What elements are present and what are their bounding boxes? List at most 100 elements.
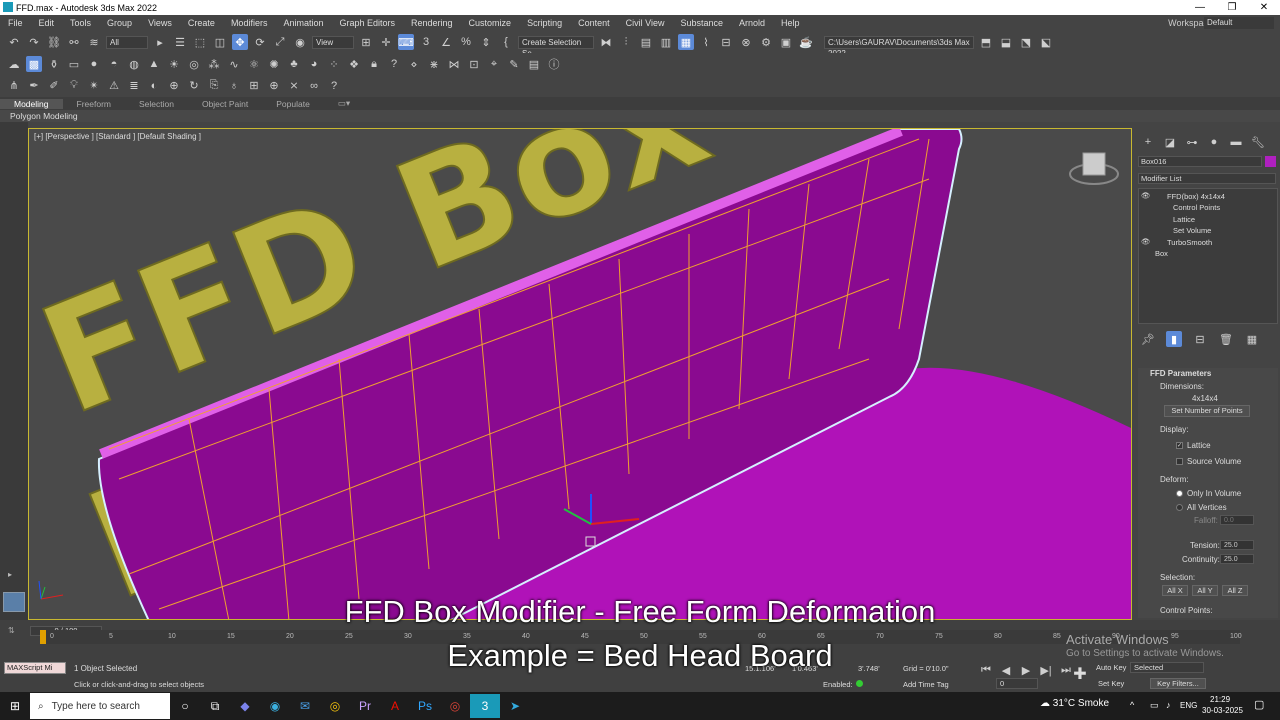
snap-face-icon[interactable]: ⋈ — [446, 56, 462, 72]
bulb-outline-icon[interactable]: ♁ — [226, 78, 242, 94]
snap-vertex-icon[interactable]: ⋄ — [406, 56, 422, 72]
stack-item-ffd-box[interactable]: FFD(box) 4x14x4 — [1167, 192, 1225, 201]
source-volume-checkbox[interactable]: Source Volume — [1176, 457, 1241, 466]
stack-item-control-points[interactable]: Control Points — [1173, 203, 1220, 212]
pivot-center-icon[interactable]: ⊞ — [358, 34, 374, 50]
menu-animation[interactable]: Animation — [275, 18, 331, 28]
notification-icon[interactable]: ▢ — [1254, 698, 1264, 711]
menu-rendering[interactable]: Rendering — [403, 18, 461, 28]
list-icon[interactable]: ≣ — [126, 78, 142, 94]
stack-item-box[interactable]: Box — [1155, 249, 1168, 258]
viewcube[interactable] — [1069, 152, 1119, 185]
key-filters-button[interactable]: Key Filters... — [1150, 678, 1206, 689]
ribbon-options-icon[interactable]: ▭▾ — [324, 98, 364, 109]
tab-populate[interactable]: Populate — [262, 99, 324, 109]
app-chrome-icon[interactable]: ◎ — [320, 694, 350, 718]
grid-view-icon[interactable]: ⊞ — [246, 78, 262, 94]
render-setup-icon[interactable]: ⚙ — [758, 34, 774, 50]
loop-icon[interactable]: ∞ — [306, 78, 322, 94]
foliage-icon[interactable]: ♣ — [286, 56, 302, 72]
show-end-result-icon[interactable]: ▮ — [1166, 331, 1182, 347]
cylinder-icon[interactable]: ◍ — [126, 56, 142, 72]
undo-icon[interactable]: ↶ — [6, 34, 22, 50]
camera-icon[interactable]: ⎘ — [206, 78, 222, 94]
menu-scripting[interactable]: Scripting — [519, 18, 570, 28]
hemisphere-icon[interactable]: ◓ — [106, 56, 122, 72]
cloud-icon[interactable]: ☁ — [6, 56, 22, 72]
menu-help[interactable]: Help — [773, 18, 808, 28]
menu-customize[interactable]: Customize — [461, 18, 520, 28]
paint-icon[interactable]: ✐ — [46, 78, 62, 94]
brush-icon[interactable]: ✎ — [506, 56, 522, 72]
help-circle-icon[interactable]: ? — [386, 56, 402, 72]
info-icon[interactable]: ⓘ — [546, 56, 562, 72]
place-icon[interactable]: ◉ — [292, 34, 308, 50]
curve-editor-icon[interactable]: ⌇ — [698, 34, 714, 50]
cone-icon[interactable]: ▲ — [146, 56, 162, 72]
select-manipulate-icon[interactable]: ✛ — [378, 34, 394, 50]
rotate-icon[interactable]: ⟳ — [252, 34, 268, 50]
task-view-icon[interactable]: ⧉ — [200, 694, 230, 718]
sphere-primitive-icon[interactable]: ● — [86, 56, 102, 72]
ribbon-panel-polygon-modeling[interactable]: Polygon Modeling — [0, 110, 1280, 122]
grid-icon[interactable]: ▩ — [26, 56, 42, 72]
scale-icon[interactable]: ⤢ — [272, 34, 288, 50]
menu-content[interactable]: Content — [570, 18, 618, 28]
enabled-indicator-icon[interactable] — [856, 680, 863, 687]
menu-civil-view[interactable]: Civil View — [618, 18, 673, 28]
select-by-name-icon[interactable]: ☰ — [172, 34, 188, 50]
clock-date[interactable]: 30-03-2025 — [1202, 706, 1243, 715]
toggle-scene-explorer-icon[interactable]: ▤ — [638, 34, 654, 50]
menu-tools[interactable]: Tools — [62, 18, 99, 28]
tab-freeform[interactable]: Freeform — [63, 99, 125, 109]
cross-icon[interactable]: ⨯ — [286, 78, 302, 94]
pattern-icon[interactable]: ⁂ — [206, 56, 222, 72]
rollout-title[interactable]: FFD Parameters — [1150, 369, 1211, 378]
target-icon[interactable]: ⊕ — [166, 78, 182, 94]
app-teams-icon[interactable]: ◆ — [230, 694, 260, 718]
help-icon[interactable]: ? — [326, 78, 342, 94]
visibility-eye-icon[interactable]: 👁︎ — [1141, 191, 1151, 200]
taskbar-search-box[interactable]: ⌕ Type here to search — [30, 693, 170, 719]
continuity-spinner[interactable]: 25.0 — [1220, 554, 1254, 564]
move-icon[interactable]: ✥ — [232, 34, 248, 50]
edit-named-selection-icon[interactable]: { — [498, 34, 514, 50]
display-tab-icon[interactable]: ▬ — [1228, 134, 1244, 150]
tab-selection[interactable]: Selection — [125, 99, 188, 109]
project-folder-icon[interactable]: ⬒ — [978, 34, 994, 50]
add-time-tag[interactable]: Add Time Tag — [903, 680, 949, 689]
bind-spacewarp-icon[interactable]: ≋ — [86, 34, 102, 50]
remove-modifier-icon[interactable]: 🗑︎ — [1218, 331, 1234, 347]
volume-icon[interactable]: ♪ — [1166, 700, 1171, 710]
visibility-eye-icon[interactable]: 👁︎ — [1141, 237, 1151, 246]
tab-modeling[interactable]: Modeling — [0, 98, 63, 109]
render-production-icon[interactable]: ☕ — [798, 34, 814, 50]
falloff-spinner[interactable]: 0.0 — [1220, 515, 1254, 525]
lattice-checkbox[interactable]: ✓ Lattice — [1176, 441, 1211, 450]
modifier-list-dropdown[interactable]: Modifier List — [1138, 173, 1276, 184]
teapot-icon[interactable]: ⚱ — [46, 56, 62, 72]
current-frame-field[interactable]: 0 — [996, 678, 1038, 689]
language-indicator[interactable]: ENG — [1180, 701, 1197, 710]
app-photoshop-icon[interactable]: Ps — [410, 694, 440, 718]
material-sphere-icon[interactable]: ◕ — [306, 56, 322, 72]
reference-coordinate-dropdown[interactable]: View — [312, 35, 354, 49]
app-arrow-icon[interactable]: ➤ — [500, 694, 530, 718]
set-number-of-points-button[interactable]: Set Number of Points — [1164, 405, 1250, 417]
rotate-view-icon[interactable]: ↻ — [186, 78, 202, 94]
expand-arrow-icon[interactable]: ▸ — [8, 570, 12, 579]
clock-time[interactable]: 21:29 — [1210, 695, 1230, 704]
stack-item-set-volume[interactable]: Set Volume — [1173, 226, 1211, 235]
menu-edit[interactable]: Edit — [31, 18, 63, 28]
particle-icon[interactable]: ✺ — [266, 56, 282, 72]
align-icon[interactable]: ⫶ — [618, 34, 634, 50]
app-chrome2-icon[interactable]: ◎ — [440, 694, 470, 718]
menu-views[interactable]: Views — [140, 18, 180, 28]
notes-icon[interactable]: ▤ — [526, 56, 542, 72]
stack-item-lattice[interactable]: Lattice — [1173, 215, 1195, 224]
tray-chevron-icon[interactable]: ^ — [1130, 700, 1134, 710]
close-button[interactable]: ✕ — [1248, 0, 1280, 15]
menu-group[interactable]: Group — [99, 18, 140, 28]
app-mail-icon[interactable]: ✉ — [290, 694, 320, 718]
sun-light-icon[interactable]: ☀ — [166, 56, 182, 72]
